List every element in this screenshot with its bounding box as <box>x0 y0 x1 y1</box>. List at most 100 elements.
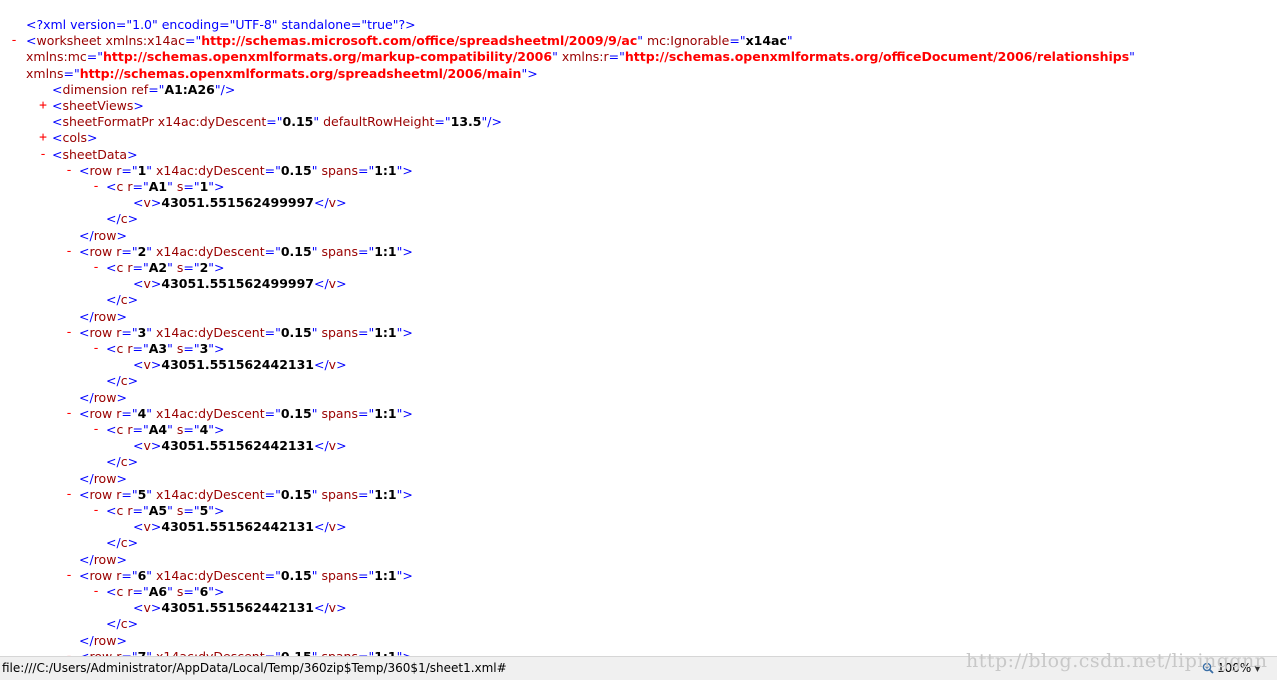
collapse-toggle[interactable]: - <box>91 584 101 600</box>
xml-tag-name: v <box>328 357 337 373</box>
collapse-toggle[interactable]: - <box>64 163 74 179</box>
xml-punctuation: " <box>786 33 793 49</box>
xml-punctuation: < <box>133 438 144 454</box>
xml-punctuation: " <box>167 584 173 599</box>
xml-punctuation: =" <box>264 486 281 502</box>
cell-value-text: 43051.551562442131 <box>161 600 314 616</box>
collapse-toggle[interactable]: - <box>64 325 74 341</box>
xml-punctuation: " <box>167 260 173 275</box>
xml-attr-value: 5 <box>137 486 147 502</box>
xml-punctuation: =" <box>132 341 149 356</box>
expand-toggle[interactable]: + <box>38 98 48 114</box>
xml-punctuation: > <box>150 276 162 292</box>
xml-attr-name: x14ac:dyDescent <box>156 567 265 583</box>
xml-attr-value: 6 <box>137 567 147 583</box>
xml-punctuation: </ <box>79 227 94 243</box>
xml-punctuation: </ <box>313 357 329 373</box>
cell-open-tag: <c r="A1" s="1"> <box>106 179 225 195</box>
xml-punctuation: > <box>150 357 162 373</box>
xml-tag-name: v <box>328 195 337 211</box>
xml-attr-name: spans <box>321 486 358 502</box>
collapse-toggle[interactable]: - <box>64 487 74 503</box>
xml-attr-value: 3 <box>137 324 147 340</box>
cell-close-tag: </c> <box>106 373 138 389</box>
collapse-toggle[interactable]: - <box>91 341 101 357</box>
collapse-toggle[interactable]: - <box>38 147 48 163</box>
xml-punctuation: > <box>127 146 138 162</box>
cell-value: <v>43051.551562442131</v> <box>133 519 347 535</box>
xml-punctuation: > <box>336 600 347 616</box>
xml-punctuation: > <box>87 130 98 146</box>
xml-punctuation: =" <box>729 33 746 49</box>
xml-punctuation: =" <box>121 567 138 583</box>
xml-punctuation: > <box>336 519 347 535</box>
xml-punctuation: > <box>214 179 225 194</box>
xml-punctuation: =" <box>183 422 200 437</box>
xml-tag-name: row <box>89 567 113 583</box>
xml-punctuation: > <box>127 616 139 632</box>
xml-tag-name: row <box>89 162 113 178</box>
xml-punctuation: > <box>127 454 139 470</box>
xml-tag-name: row <box>93 632 117 648</box>
xml-tag-name: worksheet <box>36 33 102 49</box>
xml-tag-name: sheetData <box>62 146 128 162</box>
xml-punctuation: =" <box>357 162 375 178</box>
xml-attr-name: defaultRowHeight <box>323 114 435 130</box>
xml-punctuation: </ <box>313 600 329 616</box>
xml-attr-name: x14ac:dyDescent <box>156 649 265 656</box>
collapse-toggle[interactable]: - <box>91 260 101 276</box>
xml-punctuation: > <box>116 470 127 486</box>
xml-attr-value: 13.5 <box>450 114 482 130</box>
xml-punctuation: =" <box>357 243 375 259</box>
xml-attr-value: http://schemas.openxmlformats.org/markup… <box>102 49 553 65</box>
cell-open-tag: <c r="A2" s="2"> <box>106 260 225 276</box>
xml-punctuation: < <box>106 341 117 356</box>
xml-punctuation: =" <box>132 179 149 194</box>
xml-tag-name: v <box>328 600 337 616</box>
xml-tag-name: c <box>116 260 124 275</box>
xml-punctuation: > <box>116 308 127 324</box>
collapse-toggle[interactable]: - <box>64 649 74 656</box>
xml-punctuation: < <box>79 486 90 502</box>
xml-attr-name: mc:Ignorable <box>647 33 730 49</box>
xml-tag-name: c <box>116 341 124 356</box>
collapse-toggle[interactable]: - <box>91 179 101 195</box>
collapse-toggle[interactable]: - <box>64 406 74 422</box>
xml-tag-name: c <box>120 454 128 470</box>
xml-punctuation: " <box>167 422 173 437</box>
expand-toggle[interactable]: + <box>38 130 48 146</box>
xml-attr-name: x14ac:dyDescent <box>156 243 265 259</box>
xml-punctuation: > <box>402 649 412 656</box>
row-open-tag: <row r="2" x14ac:dyDescent="0.15" spans=… <box>79 244 413 260</box>
xml-punctuation: =" <box>121 324 138 340</box>
collapse-toggle[interactable]: - <box>64 568 74 584</box>
xml-punctuation: > <box>214 422 225 437</box>
xml-tag-name: v <box>328 519 337 535</box>
collapse-toggle[interactable]: - <box>64 244 74 260</box>
xml-punctuation: < <box>133 600 144 616</box>
cell-value-text: 43051.551562442131 <box>161 438 314 454</box>
xml-punctuation: </ <box>106 292 121 308</box>
xml-punctuation: " <box>312 649 318 656</box>
cell-value: <v>43051.551562499997</v> <box>133 195 347 211</box>
xml-punctuation: "> <box>521 65 538 81</box>
xml-punctuation: > <box>116 551 127 567</box>
worksheet-open-tag: <worksheet xmlns:x14ac="http://schemas.m… <box>26 33 793 49</box>
xml-attr-value: A1:A26 <box>164 81 215 97</box>
xml-declaration: <?xml version="1.0" encoding="UTF-8" sta… <box>26 17 416 33</box>
xml-punctuation: =" <box>184 33 202 49</box>
cell-open-tag: <c r="A6" s="6"> <box>106 584 225 600</box>
xml-punctuation: =" <box>132 584 149 599</box>
xml-attr-value: 5 <box>199 503 209 518</box>
xml-tag-name: row <box>93 308 117 324</box>
xml-punctuation: > <box>402 567 413 583</box>
collapse-toggle[interactable]: - <box>91 422 101 438</box>
row-close-tag: </row> <box>79 552 127 568</box>
xml-tag-name: v <box>143 519 151 535</box>
worksheet-open-tag-cont: xmlns="http://schemas.openxmlformats.org… <box>26 66 538 82</box>
xml-attr-value: 0.15 <box>280 243 312 259</box>
xml-punctuation: =" <box>357 486 375 502</box>
xml-punctuation: " <box>1129 49 1135 65</box>
collapse-toggle[interactable]: - <box>91 503 101 519</box>
collapse-toggle[interactable]: - <box>9 33 19 49</box>
